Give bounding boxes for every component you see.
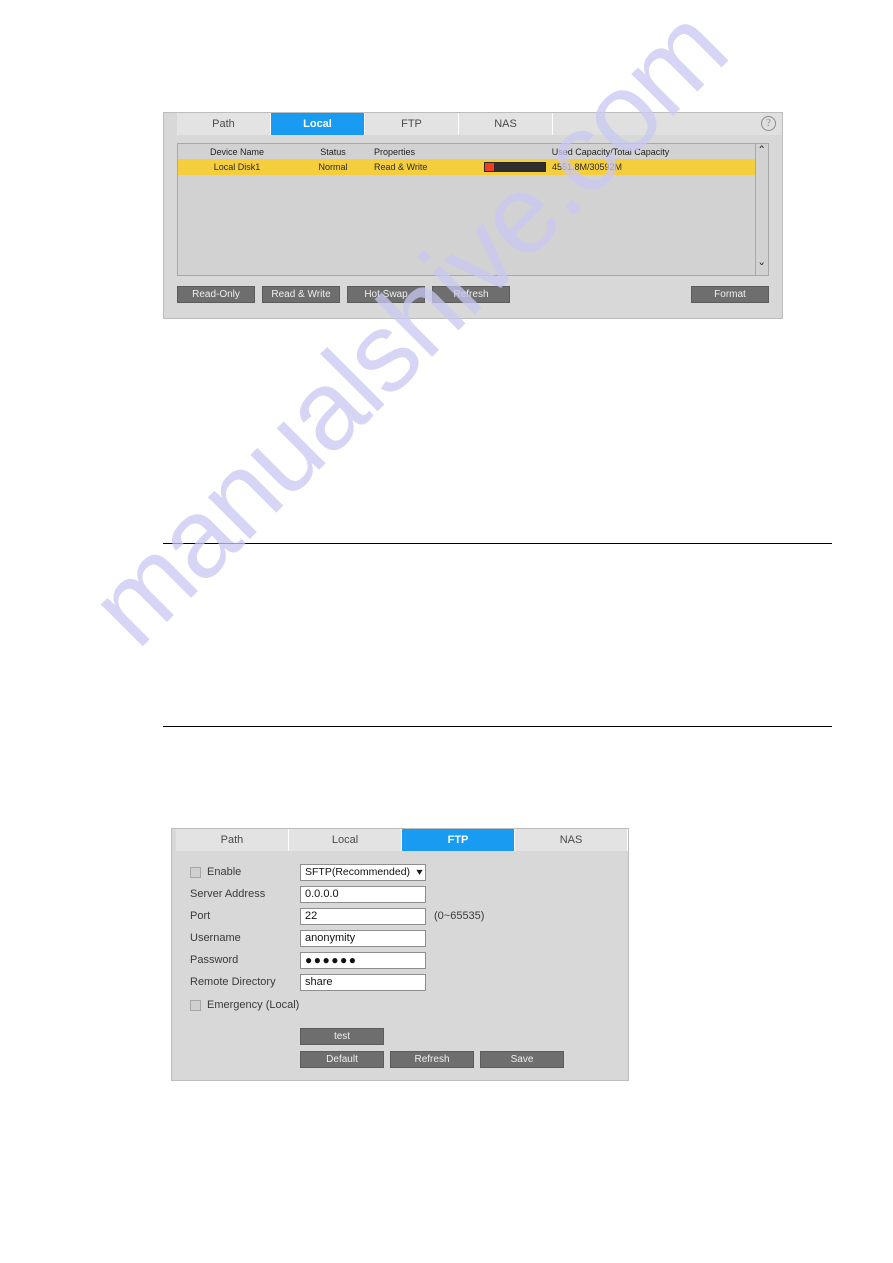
form-row-emergency: Emergency (Local) bbox=[190, 996, 300, 1014]
tab-strip-filler bbox=[553, 113, 782, 135]
port-input[interactable]: 22 bbox=[300, 907, 426, 925]
capacity-bar-used bbox=[485, 163, 494, 171]
ftp-settings-dialog: Path Local FTP NAS Enable SFTP(Recommend… bbox=[171, 828, 629, 1081]
form-row-remote-directory: Remote Directory share bbox=[190, 973, 426, 991]
emergency-label: Emergency (Local) bbox=[207, 999, 300, 1011]
hdd-button-row: Read-Only Read & Write Hot Swap Refresh … bbox=[177, 286, 769, 303]
port-range-hint: (0~65535) bbox=[434, 910, 485, 922]
button-row-spacer bbox=[517, 286, 684, 303]
refresh-button[interactable]: Refresh bbox=[390, 1051, 474, 1068]
hot-swap-button[interactable]: Hot Swap bbox=[347, 286, 425, 303]
protocol-select-value: SFTP(Recommended) bbox=[305, 865, 411, 878]
tab-local[interactable]: Local bbox=[289, 829, 402, 851]
table-header-row: Device Name Status Properties Used Capac… bbox=[178, 144, 755, 159]
username-label: Username bbox=[190, 932, 241, 944]
watermark-text: manualshive.com bbox=[65, 0, 750, 669]
tab-path[interactable]: Path bbox=[177, 113, 271, 135]
form-row-port: Port 22 (0~65535) bbox=[190, 907, 484, 925]
column-header-properties: Properties bbox=[374, 146, 416, 157]
hdd-table: Device Name Status Properties Used Capac… bbox=[177, 143, 769, 276]
tab-local[interactable]: Local bbox=[271, 113, 365, 135]
ftp-tab-strip: Path Local FTP NAS bbox=[172, 829, 628, 851]
tab-nas[interactable]: NAS bbox=[515, 829, 628, 851]
protocol-select[interactable]: SFTP(Recommended) ▾ bbox=[300, 863, 426, 881]
ftp-button-row: Default Refresh Save bbox=[300, 1051, 564, 1068]
port-label: Port bbox=[190, 910, 211, 922]
format-button[interactable]: Format bbox=[691, 286, 769, 303]
tab-ftp[interactable]: FTP bbox=[365, 113, 459, 135]
cell-status: Normal bbox=[318, 162, 348, 172]
table-vertical-scrollbar[interactable]: ˄ ˅ bbox=[755, 144, 768, 275]
horizontal-divider-2 bbox=[163, 726, 832, 727]
tab-nas[interactable]: NAS bbox=[459, 113, 553, 135]
form-row-enable: Enable SFTP(Recommended) ▾ bbox=[190, 863, 426, 881]
local-tab-strip: Path Local FTP NAS ? bbox=[164, 113, 782, 135]
save-button[interactable]: Save bbox=[480, 1051, 564, 1068]
cell-device-name: Local Disk1 bbox=[213, 162, 261, 172]
capacity-bar bbox=[484, 162, 546, 172]
tab-ftp[interactable]: FTP bbox=[402, 829, 515, 851]
form-row-password: Password ●●●●●● bbox=[190, 951, 426, 969]
form-row-server-address: Server Address 0.0.0.0 bbox=[190, 885, 426, 903]
server-address-label: Server Address bbox=[190, 888, 266, 900]
server-address-input[interactable]: 0.0.0.0 bbox=[300, 885, 426, 903]
default-button[interactable]: Default bbox=[300, 1051, 384, 1068]
hdd-table-body: Device Name Status Properties Used Capac… bbox=[178, 144, 755, 275]
chevron-down-icon: ▾ bbox=[416, 866, 423, 878]
cell-capacity: 4551.8M/30592M bbox=[466, 162, 755, 172]
help-icon[interactable]: ? bbox=[761, 116, 776, 131]
read-only-button[interactable]: Read-Only bbox=[177, 286, 255, 303]
username-input[interactable]: anonymity bbox=[300, 929, 426, 947]
enable-checkbox[interactable] bbox=[190, 866, 201, 878]
cell-properties: Read & Write bbox=[374, 162, 428, 172]
column-header-status: Status bbox=[320, 146, 346, 157]
capacity-bar-free bbox=[494, 163, 545, 171]
test-button[interactable]: test bbox=[300, 1028, 384, 1045]
horizontal-divider-1 bbox=[163, 543, 832, 544]
enable-label: Enable bbox=[207, 866, 242, 878]
remote-directory-label: Remote Directory bbox=[190, 976, 276, 988]
password-input[interactable]: ●●●●●● bbox=[300, 951, 426, 969]
remote-directory-input[interactable]: share bbox=[300, 973, 426, 991]
read-write-button[interactable]: Read & Write bbox=[262, 286, 340, 303]
emergency-checkbox[interactable] bbox=[190, 999, 201, 1011]
form-row-username: Username anonymity bbox=[190, 929, 426, 947]
ftp-form: Enable SFTP(Recommended) ▾ Server Addres… bbox=[172, 851, 628, 1082]
table-row[interactable]: Local Disk1 Normal Read & Write 4551.8M/… bbox=[178, 159, 755, 175]
refresh-button[interactable]: Refresh bbox=[432, 286, 510, 303]
column-header-capacity: Used Capacity/Total Capacity bbox=[551, 146, 670, 157]
table-empty-area bbox=[178, 175, 755, 275]
scroll-down-icon[interactable]: ˅ bbox=[758, 262, 765, 273]
capacity-text: 4551.8M/30592M bbox=[552, 162, 623, 172]
password-label: Password bbox=[190, 954, 239, 966]
scroll-up-icon[interactable]: ˄ bbox=[758, 145, 765, 156]
column-header-device-name: Device Name bbox=[209, 146, 265, 157]
hdd-manager-dialog: Path Local FTP NAS ? Device Name Status … bbox=[163, 112, 783, 319]
tab-path[interactable]: Path bbox=[176, 829, 289, 851]
